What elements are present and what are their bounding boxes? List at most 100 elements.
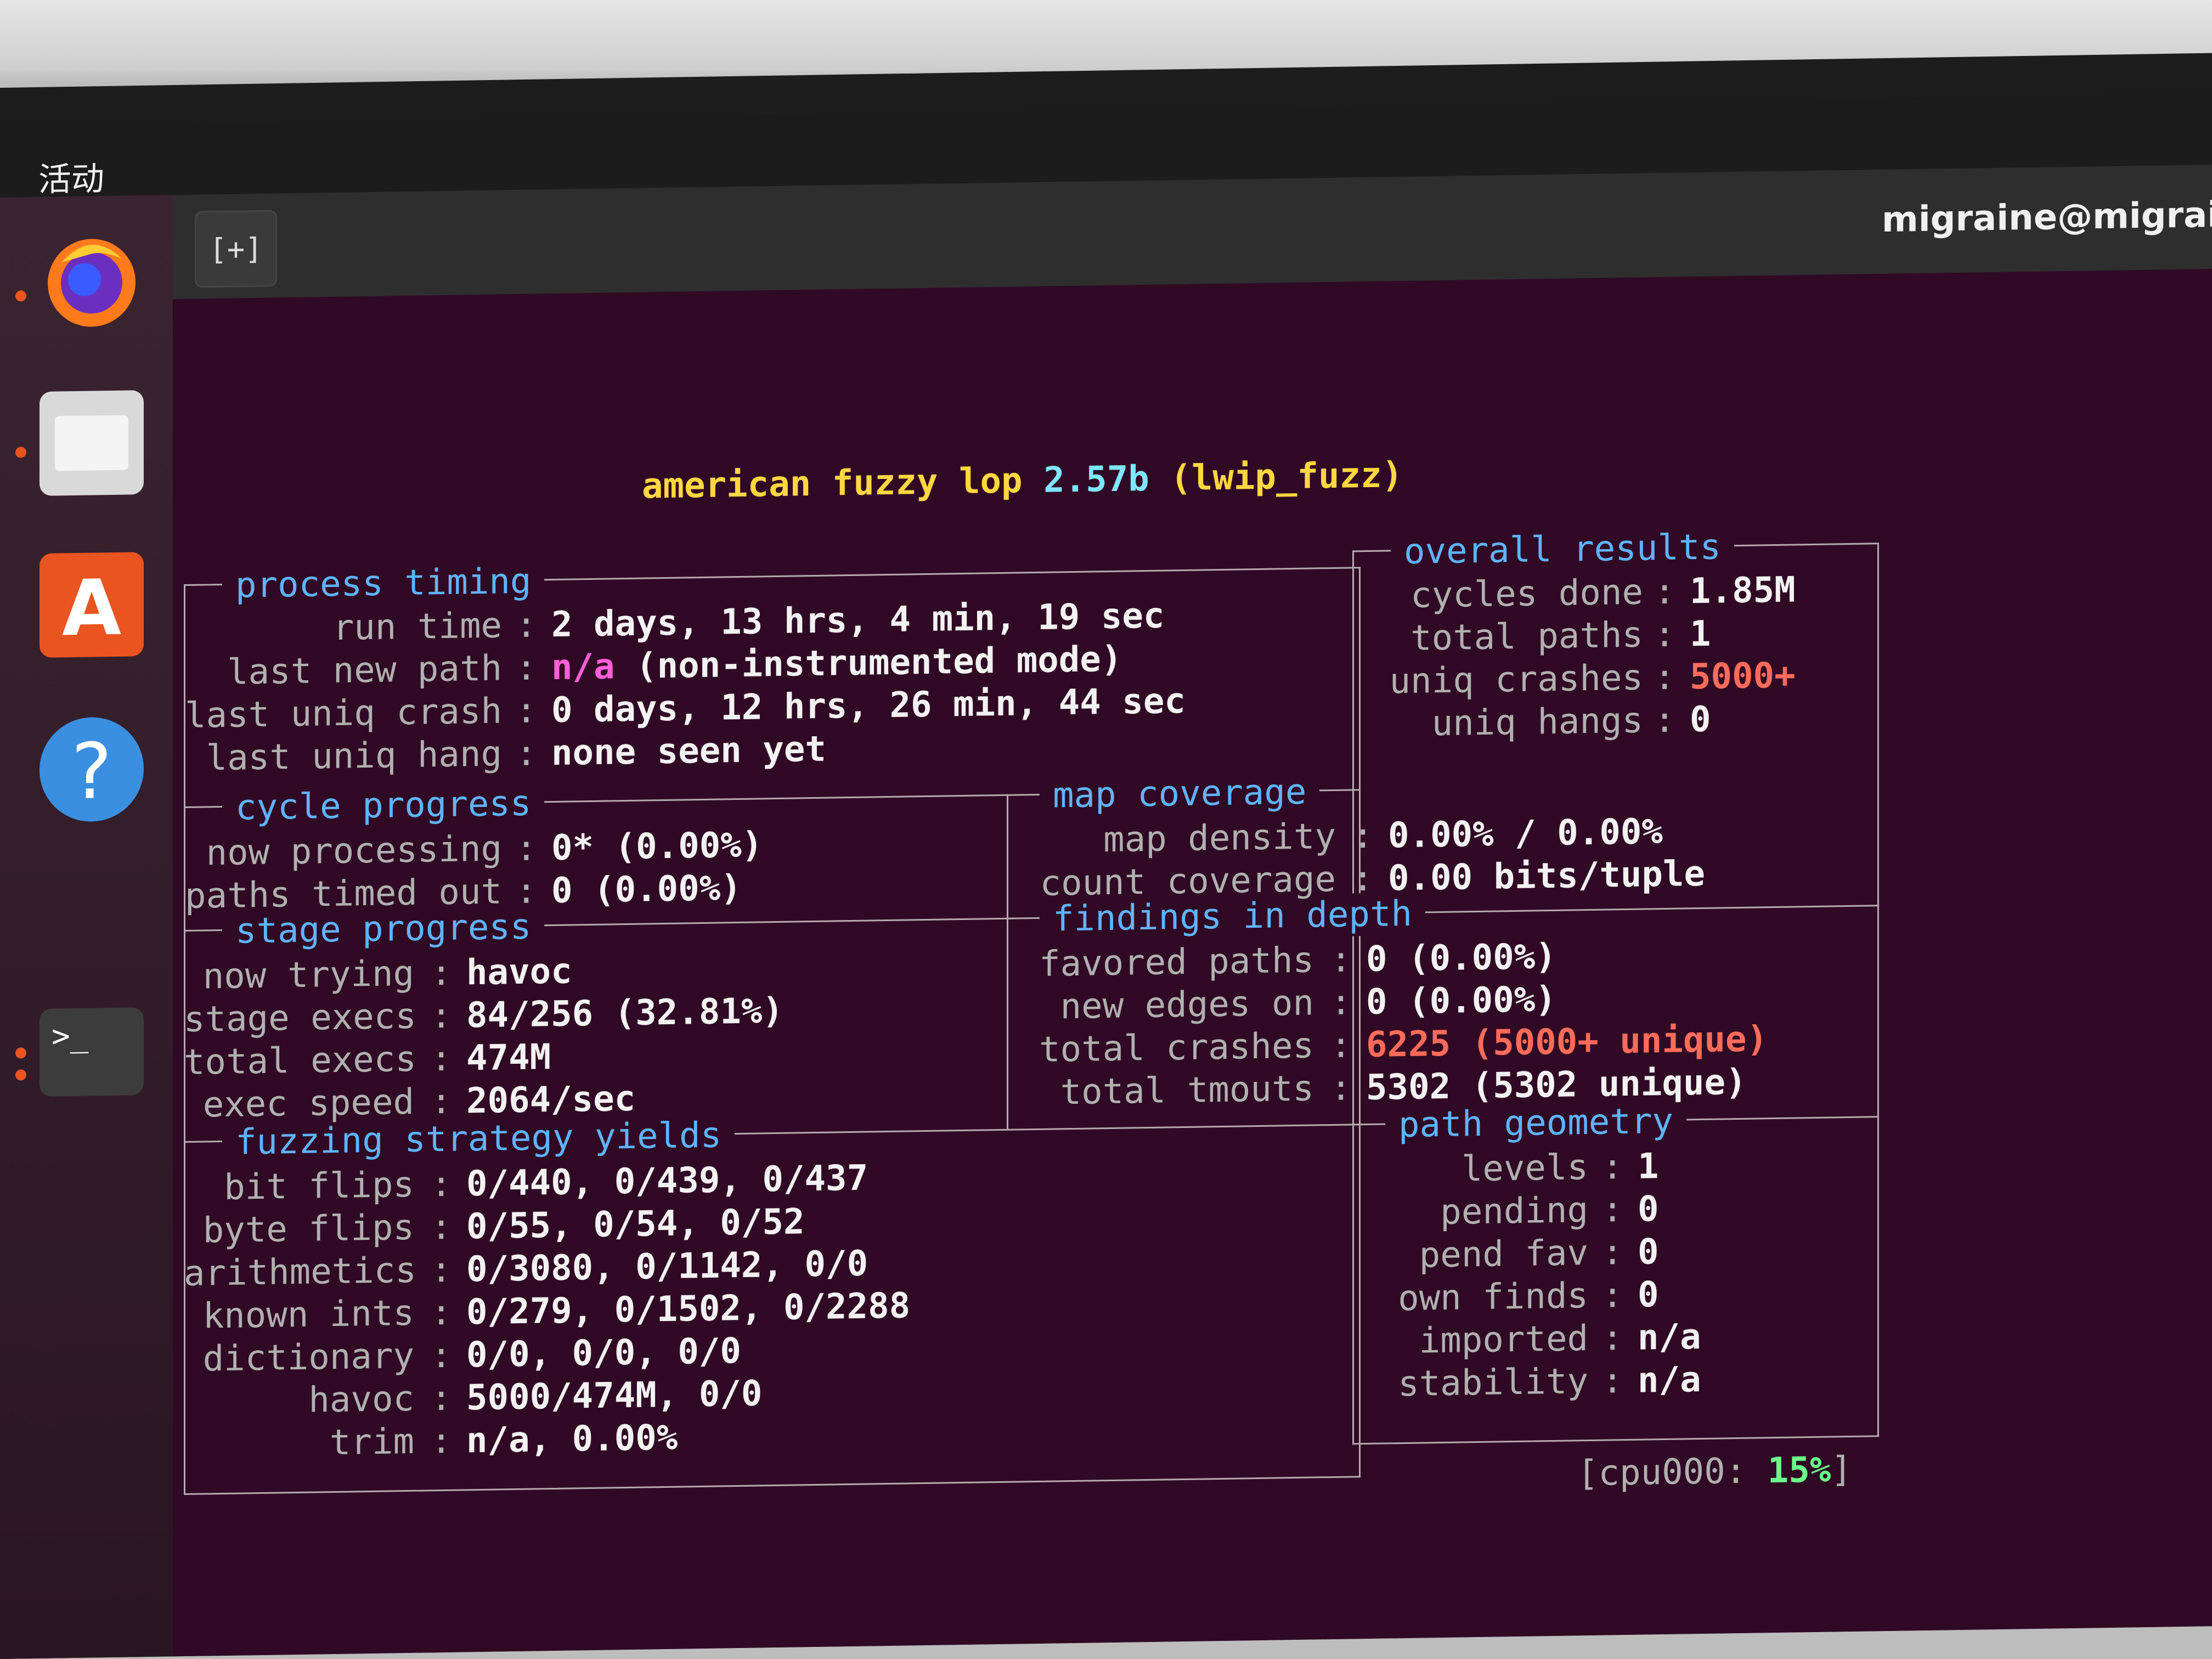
title-prefix: american fuzzy lop <box>642 460 1023 507</box>
help-icon[interactable]: ? <box>40 716 144 822</box>
colon: : <box>1330 1025 1352 1066</box>
colon: : <box>431 1249 452 1291</box>
colon: : <box>1602 1232 1623 1273</box>
divider <box>1352 550 1354 789</box>
running-indicator <box>15 1047 26 1059</box>
cpu-suffix: ] <box>1831 1449 1852 1491</box>
cycle-progress-header: cycle progress <box>222 782 545 830</box>
uniq-crashes-label: uniq crashes <box>1389 657 1643 702</box>
dictionary-value: 0/0, 0/0, 0/0 <box>466 1330 741 1376</box>
store-icon[interactable]: A <box>40 552 144 658</box>
dock: A ? >_ <box>0 195 173 1659</box>
terminal-icon[interactable]: >_ <box>40 1007 144 1097</box>
colon: : <box>431 1292 452 1334</box>
colon: : <box>1654 657 1675 698</box>
now-processing-value: 0* (0.00%) <box>551 825 763 869</box>
map-density-value: 0.00% / 0.00% <box>1388 811 1663 856</box>
colon: : <box>1330 982 1352 1024</box>
paths-timed-out-value: 0 (0.00%) <box>551 867 742 912</box>
colon: : <box>1602 1189 1623 1231</box>
cpu-indicator: [cpu000: 15%] <box>1577 1448 1852 1495</box>
colon: : <box>516 605 537 646</box>
now-trying-label: now trying <box>202 953 414 997</box>
pend-fav-label: pend fav <box>1419 1233 1588 1276</box>
colon: : <box>431 1164 452 1205</box>
colon: : <box>431 1335 452 1376</box>
imported-value: n/a <box>1638 1316 1701 1358</box>
colon: : <box>516 733 537 775</box>
exec-speed-value: 2064/sec <box>466 1078 636 1122</box>
running-indicator <box>15 447 26 458</box>
afl-title: american fuzzy lop 2.57b (lwip_fuzz) <box>642 454 1403 508</box>
total-execs-label: total execs <box>184 1039 416 1084</box>
bit-flips-label: bit flips <box>224 1164 414 1208</box>
colon: : <box>1330 939 1352 981</box>
colon: : <box>1330 1068 1352 1109</box>
window-title: migraine@migraine <box>1882 194 2212 241</box>
trim-value: n/a, 0.00% <box>466 1417 678 1462</box>
folder-icon[interactable] <box>40 390 144 496</box>
levels-label: levels <box>1461 1147 1588 1190</box>
levels-value: 1 <box>1638 1146 1659 1187</box>
arithmetics-value: 0/3080, 0/1142, 0/0 <box>466 1243 868 1290</box>
last-uniq-hang-label: last uniq hang <box>206 733 502 779</box>
target-name: (lwip_fuzz) <box>1170 455 1403 499</box>
colon: : <box>431 1038 452 1080</box>
colon: : <box>1654 571 1675 613</box>
map-density-label: map density <box>1103 816 1336 861</box>
count-coverage-value: 0.00 bits/tuple <box>1388 853 1705 899</box>
colon: : <box>431 1420 452 1462</box>
byte-flips-label: byte flips <box>202 1207 414 1251</box>
total-tmouts-value: 5302 (5302 unique) <box>1366 1062 1747 1109</box>
total-tmouts-label: total tmouts <box>1060 1068 1314 1113</box>
count-coverage-label: count coverage <box>1040 859 1336 904</box>
activities-button[interactable]: 活动 <box>38 152 104 201</box>
terminal-view[interactable]: american fuzzy lop 2.57b (lwip_fuzz) pro… <box>173 269 2212 1657</box>
arithmetics-label: arithmetics <box>184 1250 416 1295</box>
overall-results-header: overall results <box>1391 526 1734 574</box>
colon: : <box>1352 858 1374 900</box>
map-coverage-header: map coverage <box>1040 770 1320 817</box>
colon: : <box>431 952 452 994</box>
colon: : <box>516 647 537 689</box>
uniq-hangs-value: 0 <box>1690 699 1711 741</box>
colon: : <box>1654 614 1675 656</box>
uniq-crashes-value: 5000+ <box>1690 655 1796 698</box>
cycles-done-value: 1.85M <box>1690 569 1796 612</box>
known-ints-value: 0/279, 0/1502, 0/2288 <box>466 1285 911 1333</box>
last-uniq-crash-label: last uniq crash <box>185 691 502 736</box>
cycles-done-label: cycles done <box>1410 572 1643 616</box>
now-processing-label: now processing <box>206 828 502 874</box>
colon: : <box>1602 1275 1623 1316</box>
colon: : <box>1352 815 1374 857</box>
favored-paths-value: 0 (0.00%) <box>1366 936 1556 980</box>
stage-execs-value: 84/256 (32.81%) <box>466 990 783 1036</box>
pending-value: 0 <box>1638 1189 1659 1230</box>
colon: : <box>431 1378 452 1419</box>
total-paths-value: 1 <box>1690 613 1711 655</box>
version: 2.57b <box>1043 458 1149 501</box>
colon: : <box>1602 1147 1623 1188</box>
new-edges-on-value: 0 (0.00%) <box>1366 979 1556 1023</box>
bit-flips-value: 0/440, 0/439, 0/437 <box>466 1158 868 1205</box>
stage-execs-label: stage execs <box>184 996 416 1041</box>
firefox-icon[interactable] <box>40 228 144 334</box>
trim-label: trim <box>329 1421 414 1464</box>
colon: : <box>1654 699 1675 741</box>
cpu-prefix: [cpu000: <box>1577 1451 1747 1494</box>
colon: : <box>431 995 452 1037</box>
process-timing-header: process timing <box>222 560 545 607</box>
run-time-label: run time <box>332 605 502 648</box>
pend-fav-value: 0 <box>1638 1232 1659 1273</box>
cpu-value: 15% <box>1767 1449 1831 1492</box>
colon: : <box>516 690 537 732</box>
colon: : <box>1602 1318 1623 1359</box>
byte-flips-value: 0/55, 0/54, 0/52 <box>466 1201 805 1248</box>
last-new-path-note: (non-instrumented mode) <box>636 639 1122 687</box>
divider <box>1007 794 1008 1129</box>
own-finds-label: own finds <box>1398 1276 1588 1319</box>
pending-label: pending <box>1440 1190 1588 1233</box>
stability-value: n/a <box>1638 1359 1701 1401</box>
new-tab-icon[interactable]: [+] <box>195 210 277 288</box>
running-indicator <box>15 1069 26 1081</box>
